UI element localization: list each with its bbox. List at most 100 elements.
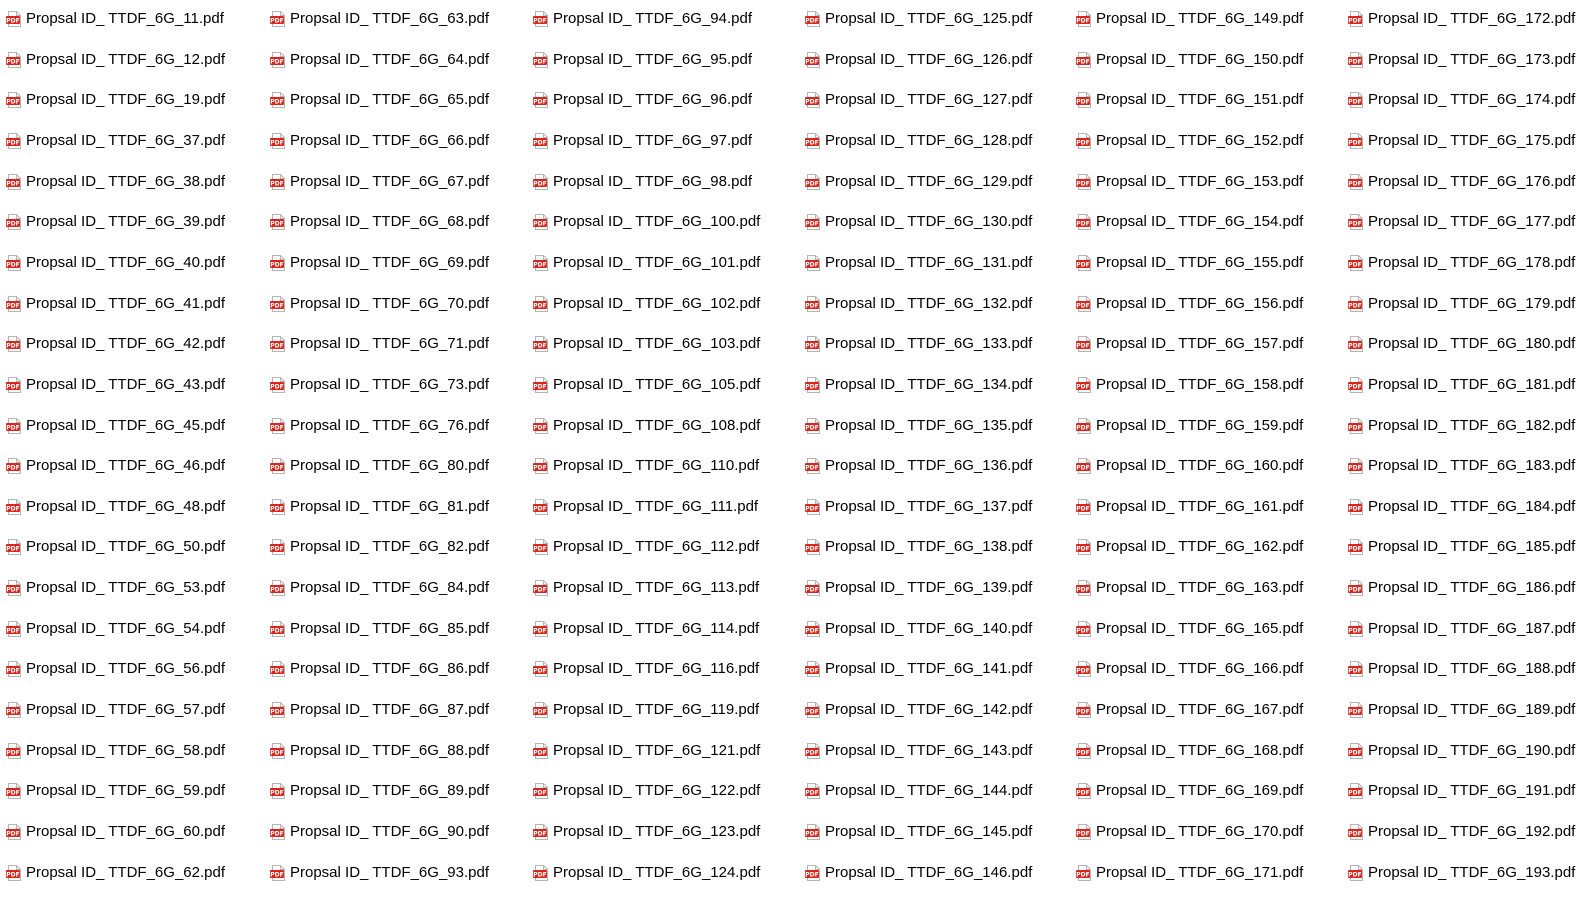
file-item[interactable]: PDF Propsal ID_ TTDF_6G_70.pdf — [270, 289, 489, 319]
file-item[interactable]: PDF Propsal ID_ TTDF_6G_105.pdf — [533, 370, 760, 400]
file-item[interactable]: PDF Propsal ID_ TTDF_6G_167.pdf — [1076, 695, 1303, 725]
file-item[interactable]: PDF Propsal ID_ TTDF_6G_170.pdf — [1076, 817, 1303, 847]
file-item[interactable]: PDF Propsal ID_ TTDF_6G_188.pdf — [1348, 654, 1575, 684]
file-item[interactable]: PDF Propsal ID_ TTDF_6G_173.pdf — [1348, 45, 1575, 75]
file-item[interactable]: PDF Propsal ID_ TTDF_6G_85.pdf — [270, 614, 489, 644]
file-item[interactable]: PDF Propsal ID_ TTDF_6G_89.pdf — [270, 776, 489, 806]
file-item[interactable]: PDF Propsal ID_ TTDF_6G_60.pdf — [6, 817, 225, 847]
file-item[interactable]: PDF Propsal ID_ TTDF_6G_84.pdf — [270, 573, 489, 603]
file-item[interactable]: PDF Propsal ID_ TTDF_6G_57.pdf — [6, 695, 225, 725]
file-item[interactable]: PDF Propsal ID_ TTDF_6G_155.pdf — [1076, 248, 1303, 278]
file-item[interactable]: PDF Propsal ID_ TTDF_6G_88.pdf — [270, 736, 489, 766]
file-item[interactable]: PDF Propsal ID_ TTDF_6G_59.pdf — [6, 776, 225, 806]
file-item[interactable]: PDF Propsal ID_ TTDF_6G_42.pdf — [6, 329, 225, 359]
file-item[interactable]: PDF Propsal ID_ TTDF_6G_150.pdf — [1076, 45, 1303, 75]
file-item[interactable]: PDF Propsal ID_ TTDF_6G_191.pdf — [1348, 776, 1575, 806]
file-item[interactable]: PDF Propsal ID_ TTDF_6G_185.pdf — [1348, 532, 1575, 562]
file-item[interactable]: PDF Propsal ID_ TTDF_6G_93.pdf — [270, 858, 489, 888]
file-item[interactable]: PDF Propsal ID_ TTDF_6G_134.pdf — [805, 370, 1032, 400]
file-item[interactable]: PDF Propsal ID_ TTDF_6G_157.pdf — [1076, 329, 1303, 359]
file-item[interactable]: PDF Propsal ID_ TTDF_6G_162.pdf — [1076, 532, 1303, 562]
file-item[interactable]: PDF Propsal ID_ TTDF_6G_172.pdf — [1348, 4, 1575, 34]
file-item[interactable]: PDF Propsal ID_ TTDF_6G_192.pdf — [1348, 817, 1575, 847]
file-item[interactable]: PDF Propsal ID_ TTDF_6G_131.pdf — [805, 248, 1032, 278]
file-item[interactable]: PDF Propsal ID_ TTDF_6G_145.pdf — [805, 817, 1032, 847]
file-item[interactable]: PDF Propsal ID_ TTDF_6G_144.pdf — [805, 776, 1032, 806]
file-item[interactable]: PDF Propsal ID_ TTDF_6G_12.pdf — [6, 45, 225, 75]
file-item[interactable]: PDF Propsal ID_ TTDF_6G_190.pdf — [1348, 736, 1575, 766]
file-item[interactable]: PDF Propsal ID_ TTDF_6G_81.pdf — [270, 492, 489, 522]
file-item[interactable]: PDF Propsal ID_ TTDF_6G_158.pdf — [1076, 370, 1303, 400]
file-item[interactable]: PDF Propsal ID_ TTDF_6G_46.pdf — [6, 451, 225, 481]
file-item[interactable]: PDF Propsal ID_ TTDF_6G_116.pdf — [533, 654, 759, 684]
file-item[interactable]: PDF Propsal ID_ TTDF_6G_96.pdf — [533, 85, 752, 115]
file-item[interactable]: PDF Propsal ID_ TTDF_6G_161.pdf — [1076, 492, 1303, 522]
file-item[interactable]: PDF Propsal ID_ TTDF_6G_149.pdf — [1076, 4, 1303, 34]
file-item[interactable]: PDF Propsal ID_ TTDF_6G_39.pdf — [6, 207, 225, 237]
file-item[interactable]: PDF Propsal ID_ TTDF_6G_66.pdf — [270, 126, 489, 156]
file-item[interactable]: PDF Propsal ID_ TTDF_6G_40.pdf — [6, 248, 225, 278]
file-item[interactable]: PDF Propsal ID_ TTDF_6G_136.pdf — [805, 451, 1032, 481]
file-item[interactable]: PDF Propsal ID_ TTDF_6G_62.pdf — [6, 858, 225, 888]
file-item[interactable]: PDF Propsal ID_ TTDF_6G_135.pdf — [805, 411, 1032, 441]
file-item[interactable]: PDF Propsal ID_ TTDF_6G_127.pdf — [805, 85, 1032, 115]
file-item[interactable]: PDF Propsal ID_ TTDF_6G_177.pdf — [1348, 207, 1575, 237]
file-item[interactable]: PDF Propsal ID_ TTDF_6G_176.pdf — [1348, 167, 1575, 197]
file-item[interactable]: PDF Propsal ID_ TTDF_6G_193.pdf — [1348, 858, 1575, 888]
file-item[interactable]: PDF Propsal ID_ TTDF_6G_184.pdf — [1348, 492, 1575, 522]
file-item[interactable]: PDF Propsal ID_ TTDF_6G_103.pdf — [533, 329, 760, 359]
file-item[interactable]: PDF Propsal ID_ TTDF_6G_171.pdf — [1076, 858, 1303, 888]
file-item[interactable]: PDF Propsal ID_ TTDF_6G_102.pdf — [533, 289, 760, 319]
file-item[interactable]: PDF Propsal ID_ TTDF_6G_50.pdf — [6, 532, 225, 562]
file-item[interactable]: PDF Propsal ID_ TTDF_6G_142.pdf — [805, 695, 1032, 725]
file-item[interactable]: PDF Propsal ID_ TTDF_6G_126.pdf — [805, 45, 1032, 75]
file-item[interactable]: PDF Propsal ID_ TTDF_6G_151.pdf — [1076, 85, 1303, 115]
file-item[interactable]: PDF Propsal ID_ TTDF_6G_11.pdf — [6, 4, 224, 34]
file-item[interactable]: PDF Propsal ID_ TTDF_6G_58.pdf — [6, 736, 225, 766]
file-item[interactable]: PDF Propsal ID_ TTDF_6G_180.pdf — [1348, 329, 1575, 359]
file-item[interactable]: PDF Propsal ID_ TTDF_6G_181.pdf — [1348, 370, 1575, 400]
file-item[interactable]: PDF Propsal ID_ TTDF_6G_98.pdf — [533, 167, 752, 197]
file-item[interactable]: PDF Propsal ID_ TTDF_6G_68.pdf — [270, 207, 489, 237]
file-item[interactable]: PDF Propsal ID_ TTDF_6G_95.pdf — [533, 45, 752, 75]
file-item[interactable]: PDF Propsal ID_ TTDF_6G_154.pdf — [1076, 207, 1303, 237]
file-item[interactable]: PDF Propsal ID_ TTDF_6G_125.pdf — [805, 4, 1032, 34]
file-item[interactable]: PDF Propsal ID_ TTDF_6G_45.pdf — [6, 411, 225, 441]
file-item[interactable]: PDF Propsal ID_ TTDF_6G_187.pdf — [1348, 614, 1575, 644]
file-item[interactable]: PDF Propsal ID_ TTDF_6G_153.pdf — [1076, 167, 1303, 197]
file-item[interactable]: PDF Propsal ID_ TTDF_6G_143.pdf — [805, 736, 1032, 766]
file-item[interactable]: PDF Propsal ID_ TTDF_6G_152.pdf — [1076, 126, 1303, 156]
file-item[interactable]: PDF Propsal ID_ TTDF_6G_159.pdf — [1076, 411, 1303, 441]
file-item[interactable]: PDF Propsal ID_ TTDF_6G_114.pdf — [533, 614, 759, 644]
file-item[interactable]: PDF Propsal ID_ TTDF_6G_182.pdf — [1348, 411, 1575, 441]
file-item[interactable]: PDF Propsal ID_ TTDF_6G_80.pdf — [270, 451, 489, 481]
file-item[interactable]: PDF Propsal ID_ TTDF_6G_71.pdf — [270, 329, 489, 359]
file-item[interactable]: PDF Propsal ID_ TTDF_6G_123.pdf — [533, 817, 760, 847]
file-item[interactable]: PDF Propsal ID_ TTDF_6G_183.pdf — [1348, 451, 1575, 481]
file-item[interactable]: PDF Propsal ID_ TTDF_6G_48.pdf — [6, 492, 225, 522]
file-item[interactable]: PDF Propsal ID_ TTDF_6G_186.pdf — [1348, 573, 1575, 603]
file-item[interactable]: PDF Propsal ID_ TTDF_6G_100.pdf — [533, 207, 760, 237]
file-item[interactable]: PDF Propsal ID_ TTDF_6G_156.pdf — [1076, 289, 1303, 319]
file-item[interactable]: PDF Propsal ID_ TTDF_6G_129.pdf — [805, 167, 1032, 197]
file-item[interactable]: PDF Propsal ID_ TTDF_6G_132.pdf — [805, 289, 1032, 319]
file-item[interactable]: PDF Propsal ID_ TTDF_6G_38.pdf — [6, 167, 225, 197]
file-item[interactable]: PDF Propsal ID_ TTDF_6G_65.pdf — [270, 85, 489, 115]
file-item[interactable]: PDF Propsal ID_ TTDF_6G_146.pdf — [805, 858, 1032, 888]
file-item[interactable]: PDF Propsal ID_ TTDF_6G_168.pdf — [1076, 736, 1303, 766]
file-item[interactable]: PDF Propsal ID_ TTDF_6G_43.pdf — [6, 370, 225, 400]
file-item[interactable]: PDF Propsal ID_ TTDF_6G_166.pdf — [1076, 654, 1303, 684]
file-item[interactable]: PDF Propsal ID_ TTDF_6G_108.pdf — [533, 411, 760, 441]
file-item[interactable]: PDF Propsal ID_ TTDF_6G_139.pdf — [805, 573, 1032, 603]
file-item[interactable]: PDF Propsal ID_ TTDF_6G_86.pdf — [270, 654, 489, 684]
file-item[interactable]: PDF Propsal ID_ TTDF_6G_76.pdf — [270, 411, 489, 441]
file-item[interactable]: PDF Propsal ID_ TTDF_6G_111.pdf — [533, 492, 758, 522]
file-item[interactable]: PDF Propsal ID_ TTDF_6G_56.pdf — [6, 654, 225, 684]
file-item[interactable]: PDF Propsal ID_ TTDF_6G_87.pdf — [270, 695, 489, 725]
file-item[interactable]: PDF Propsal ID_ TTDF_6G_82.pdf — [270, 532, 489, 562]
file-item[interactable]: PDF Propsal ID_ TTDF_6G_41.pdf — [6, 289, 225, 319]
file-item[interactable]: PDF Propsal ID_ TTDF_6G_113.pdf — [533, 573, 759, 603]
file-item[interactable]: PDF Propsal ID_ TTDF_6G_112.pdf — [533, 532, 759, 562]
file-item[interactable]: PDF Propsal ID_ TTDF_6G_54.pdf — [6, 614, 225, 644]
file-item[interactable]: PDF Propsal ID_ TTDF_6G_124.pdf — [533, 858, 760, 888]
